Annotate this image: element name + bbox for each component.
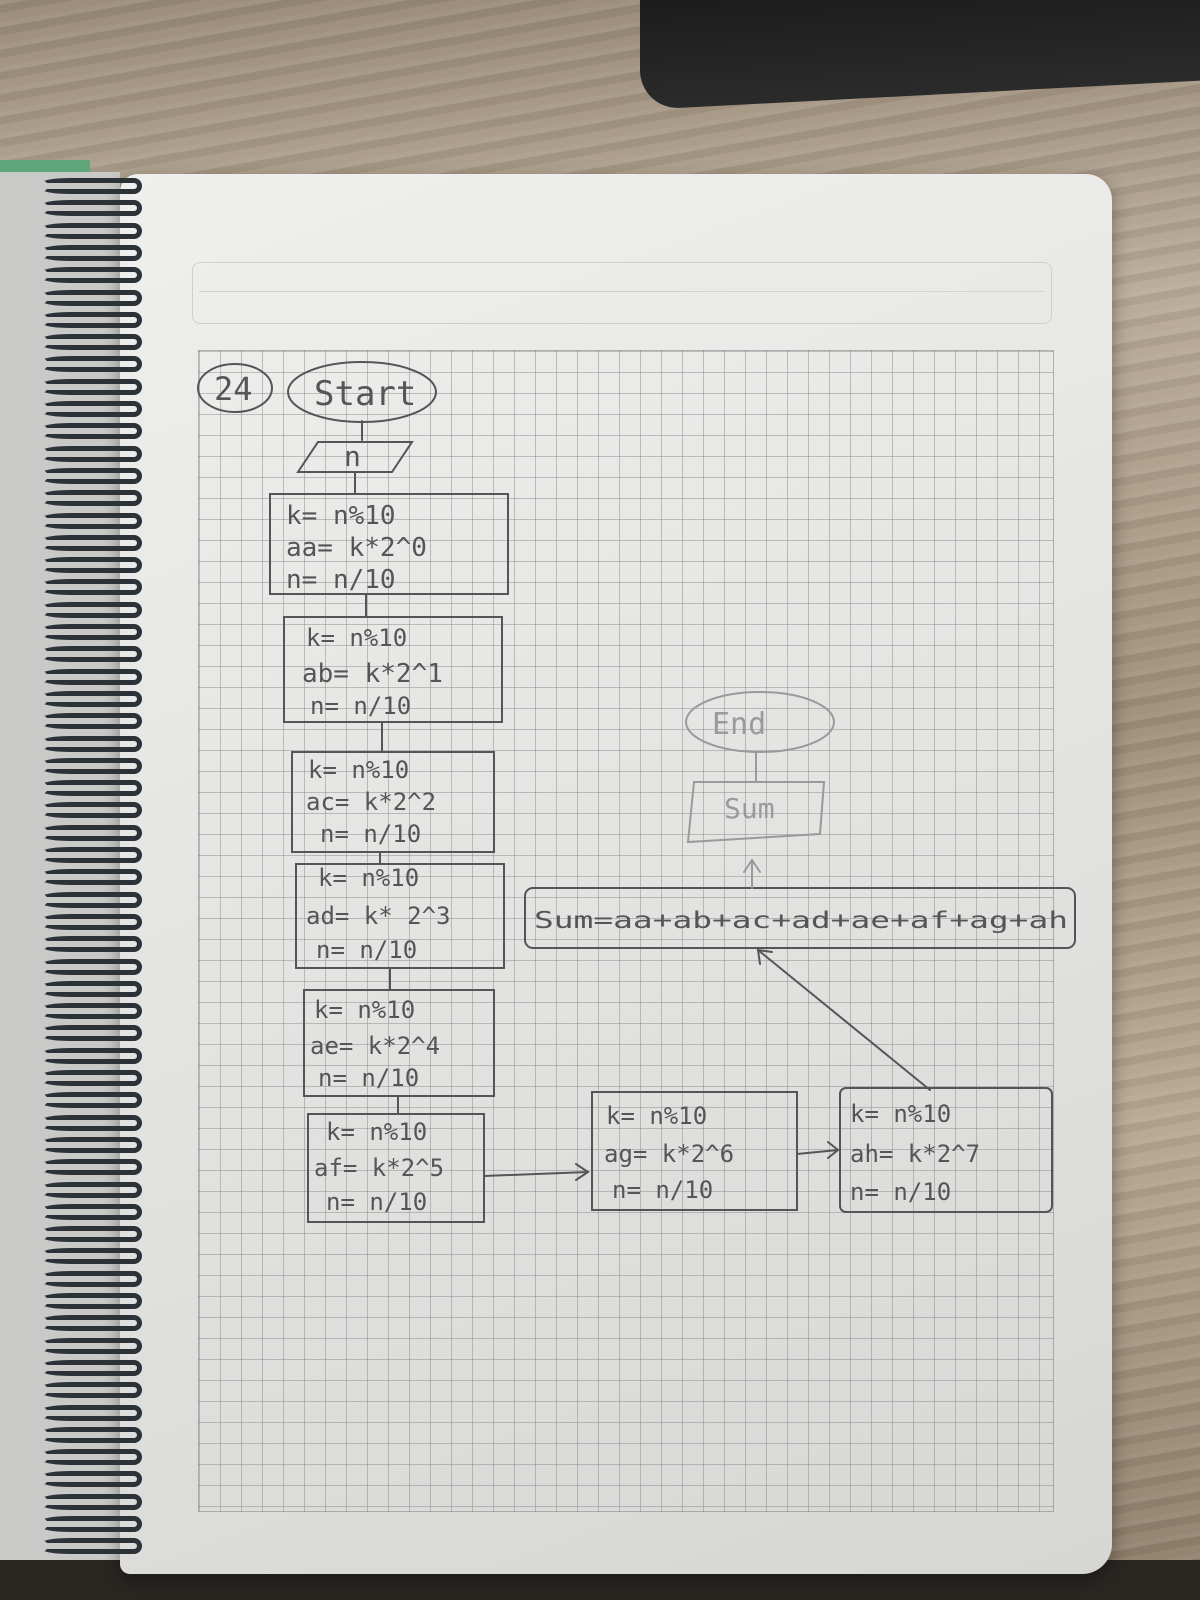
block-1-line-3: n= n/10	[286, 565, 396, 595]
block-3-text: k= n%10 ac= k*2^2 n= n/10	[306, 756, 436, 848]
block-3-line-3: n= n/10	[320, 820, 421, 848]
block-7-line-1: k= n%10	[606, 1102, 707, 1130]
block-1-text: k= n%10 aa= k*2^0 n= n/10	[286, 501, 427, 595]
block-4-line-2: ad= k* 2^3	[306, 902, 451, 930]
block-5-line-1: k= n%10	[314, 996, 415, 1024]
block-4-line-3: n= n/10	[316, 936, 417, 964]
input-label: n	[344, 440, 361, 473]
block-6-line-3: n= n/10	[326, 1188, 427, 1216]
block-5-line-2: ae= k*2^4	[310, 1032, 440, 1060]
block-6-line-1: k= n%10	[326, 1118, 427, 1146]
block-2-line-2: ab= k*2^1	[302, 659, 443, 689]
flowchart-sketch: 24 Start n k= n%10 aa= k*2^0 n= n/10 k= …	[197, 361, 1076, 1223]
block-8-text: k= n%10 ah= k*2^7 n= n/10	[850, 1100, 980, 1206]
block-7-line-3: n= n/10	[612, 1176, 713, 1204]
sum-formula: Sum=aa+ab+ac+ad+ae+af+ag+ah	[534, 908, 1068, 934]
block-7-line-2: ag= k*2^6	[604, 1140, 734, 1168]
output-label: Sum	[724, 792, 775, 825]
block-3-line-1: k= n%10	[308, 756, 409, 784]
block-3-line-2: ac= k*2^2	[306, 788, 436, 816]
block-8-line-2: ah= k*2^7	[850, 1140, 980, 1168]
block-8-line-1: k= n%10	[850, 1100, 951, 1128]
block-1-line-2: aa= k*2^0	[286, 533, 427, 563]
block-5-text: k= n%10 ae= k*2^4 n= n/10	[310, 996, 440, 1092]
block-4-text: k= n%10 ad= k* 2^3 n= n/10	[306, 864, 451, 964]
diagram-number: 24	[214, 370, 253, 408]
block-5-line-3: n= n/10	[318, 1064, 419, 1092]
end-label: End	[712, 707, 766, 742]
block-2-line-1: k= n%10	[306, 624, 407, 652]
block-4-line-1: k= n%10	[318, 864, 419, 892]
block-7-text: k= n%10 ag= k*2^6 n= n/10	[604, 1102, 734, 1204]
block-2-text: k= n%10 ab= k*2^1 n= n/10	[302, 624, 443, 720]
block-1-line-1: k= n%10	[286, 501, 396, 531]
block-6-line-2: af= k*2^5	[314, 1154, 444, 1182]
start-label: Start	[314, 374, 416, 414]
block-8-line-3: n= n/10	[850, 1178, 951, 1206]
block-6-text: k= n%10 af= k*2^5 n= n/10	[314, 1118, 444, 1216]
block-2-line-3: n= n/10	[310, 692, 411, 720]
